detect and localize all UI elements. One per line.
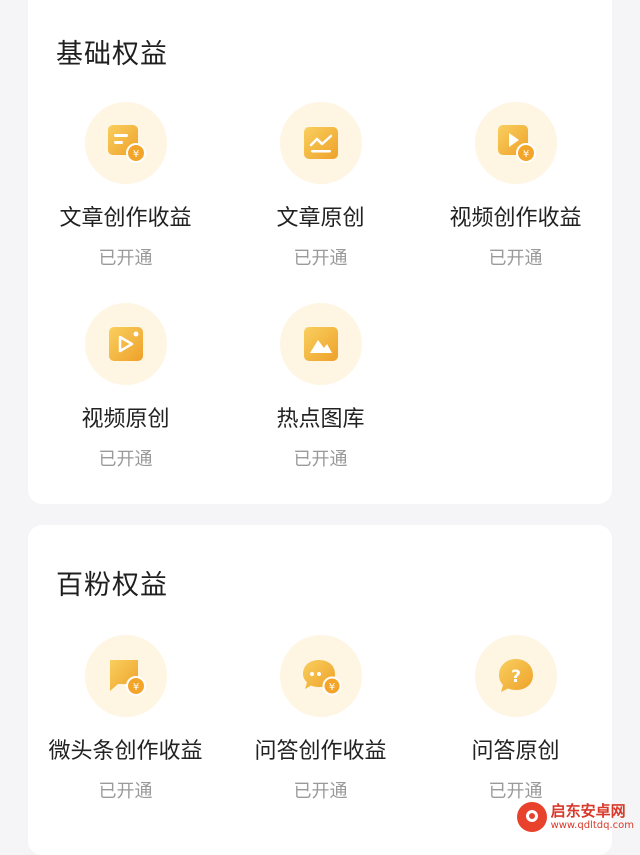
benefit-qa-original[interactable]: ? 问答原创 已开通 bbox=[418, 635, 613, 803]
benefit-gallery[interactable]: 热点图库 已开通 bbox=[223, 303, 418, 471]
benefit-label: 微头条创作收益 bbox=[48, 739, 203, 764]
icon-circle bbox=[279, 102, 362, 184]
benefit-video-income[interactable]: ¥ 视频创作收益 已开通 bbox=[418, 102, 613, 270]
benefit-status: 已开通 bbox=[98, 781, 153, 802]
benefit-qa-income[interactable]: ¥ 问答创作收益 已开通 bbox=[223, 635, 418, 803]
benefit-status: 已开通 bbox=[293, 781, 348, 802]
icon-circle: ¥ bbox=[474, 102, 557, 184]
benefit-label: 问答创作收益 bbox=[254, 739, 387, 764]
benefit-status: 已开通 bbox=[293, 248, 348, 269]
benefit-micro-post-income[interactable]: ¥ 微头条创作收益 已开通 bbox=[28, 635, 223, 803]
benefit-label: 视频创作收益 bbox=[449, 206, 582, 231]
benefit-label: 文章创作收益 bbox=[59, 206, 192, 231]
micro-post-income-icon: ¥ bbox=[109, 660, 146, 696]
watermark-logo-icon bbox=[516, 802, 547, 832]
benefit-status: 已开通 bbox=[488, 248, 543, 269]
watermark-name: 启东安卓网 bbox=[550, 802, 626, 821]
benefit-label: 热点图库 bbox=[276, 407, 365, 432]
basic-benefits-card: 基础权益 ¥ 文章创作收益 已开通 文章原创 已开通 ¥ 视频创作收益 已开通 … bbox=[28, 0, 612, 504]
svg-text:¥: ¥ bbox=[132, 682, 138, 693]
benefit-label: 问答原创 bbox=[471, 739, 560, 764]
benefit-article-income[interactable]: ¥ 文章创作收益 已开通 bbox=[28, 102, 223, 270]
svg-text:¥: ¥ bbox=[328, 682, 334, 693]
benefit-label: 视频原创 bbox=[81, 407, 170, 432]
article-original-icon bbox=[303, 127, 338, 159]
watermark-url: www.qdltdq.com bbox=[550, 819, 634, 831]
site-watermark: 启东安卓网 www.qdltdq.com bbox=[516, 802, 634, 832]
icon-circle bbox=[84, 303, 167, 385]
benefit-status: 已开通 bbox=[488, 781, 543, 802]
benefit-label: 文章原创 bbox=[276, 206, 365, 231]
section-title: 基础权益 bbox=[56, 39, 168, 70]
icon-circle: ¥ bbox=[84, 635, 167, 717]
qa-original-icon: ? bbox=[498, 659, 533, 692]
benefit-article-original[interactable]: 文章原创 已开通 bbox=[223, 102, 418, 270]
benefit-video-original[interactable]: 视频原创 已开通 bbox=[28, 303, 223, 471]
gallery-icon bbox=[303, 327, 338, 361]
icon-circle: ¥ bbox=[84, 102, 167, 184]
svg-text:¥: ¥ bbox=[522, 149, 528, 160]
section-title: 百粉权益 bbox=[56, 570, 168, 601]
svg-text:?: ? bbox=[511, 667, 521, 687]
video-income-icon: ¥ bbox=[497, 125, 536, 163]
icon-circle bbox=[279, 303, 362, 385]
icon-circle: ¥ bbox=[279, 635, 362, 717]
benefit-status: 已开通 bbox=[98, 449, 153, 470]
qa-income-icon: ¥ bbox=[302, 660, 341, 696]
icon-circle: ? bbox=[474, 635, 557, 717]
benefit-status: 已开通 bbox=[293, 449, 348, 470]
svg-text:¥: ¥ bbox=[132, 149, 138, 160]
video-original-icon bbox=[108, 327, 143, 361]
article-income-icon: ¥ bbox=[107, 125, 146, 163]
benefit-status: 已开通 bbox=[98, 248, 153, 269]
